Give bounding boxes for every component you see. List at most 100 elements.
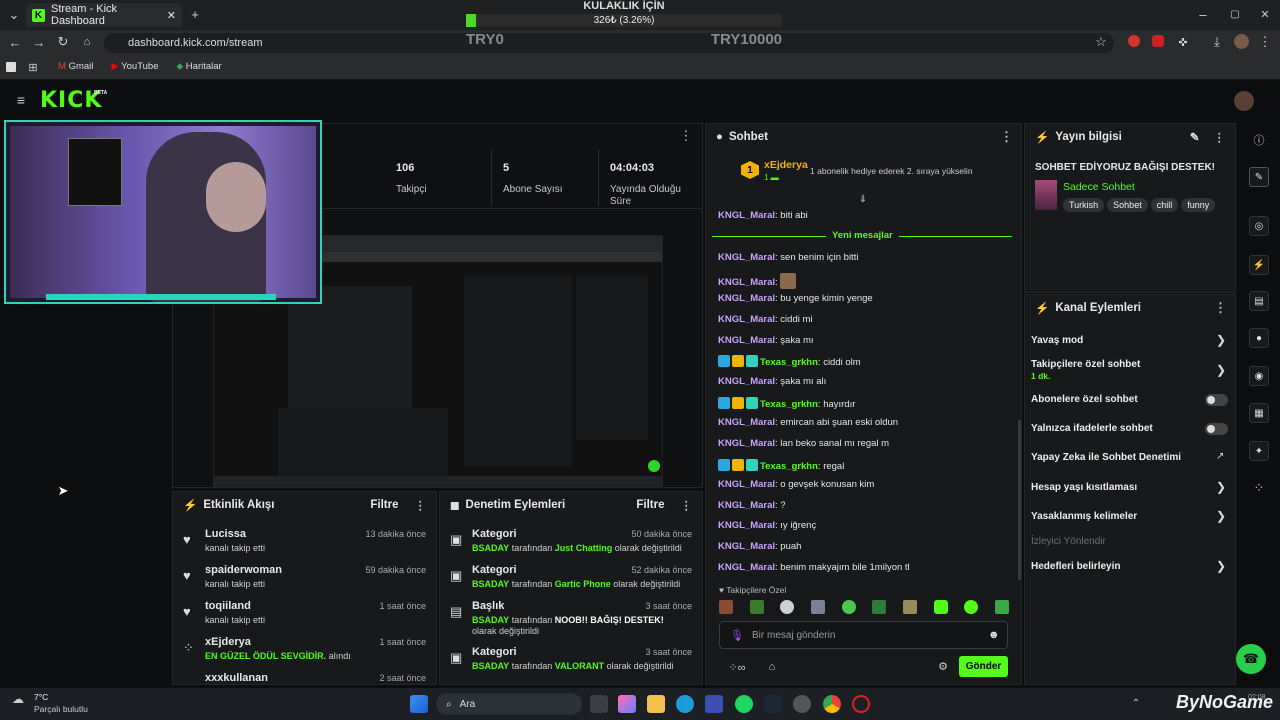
chat-username[interactable]: KNGL_Maral xyxy=(718,293,775,304)
info-icon[interactable]: ⓘ xyxy=(1253,134,1265,147)
chat-username[interactable]: KNGL_Maral xyxy=(718,314,775,325)
store-icon[interactable]: ⌂ xyxy=(765,660,779,674)
tab-list-icon[interactable]: ⌄ xyxy=(6,7,22,23)
chevron-right-icon[interactable]: ❯ xyxy=(1216,509,1226,523)
maximize-icon[interactable]: ▢ xyxy=(1228,7,1242,21)
copilot-icon[interactable] xyxy=(618,695,636,713)
chat-input[interactable]: 🎙 Bir mesaj gönderin ☻ xyxy=(719,621,1008,649)
chat-username[interactable]: KNGL_Maral xyxy=(718,277,775,288)
opera-icon[interactable] xyxy=(852,695,870,713)
close-tab-icon[interactable]: ✕ xyxy=(167,9,176,22)
chat-username[interactable]: KNGL_Maral xyxy=(718,541,775,552)
bookmark-gmail[interactable]: M Gmail xyxy=(58,61,93,72)
emote-icon[interactable] xyxy=(964,600,979,614)
chat-username[interactable]: KNGL_Maral xyxy=(718,376,775,387)
external-link-icon[interactable]: ↗ xyxy=(1216,451,1224,462)
chat-username[interactable]: KNGL_Maral xyxy=(718,520,775,531)
tag[interactable]: Sohbet xyxy=(1107,198,1148,212)
slow-mode-row[interactable]: Yavaş mod xyxy=(1031,335,1083,346)
emote-icon[interactable] xyxy=(749,600,764,614)
chat-username[interactable]: Texas_grkhn xyxy=(760,399,818,410)
wrench-icon[interactable]: ✦ xyxy=(1249,441,1269,461)
bookmark-star-icon[interactable]: ☆ xyxy=(1094,34,1108,49)
chat-username[interactable]: KNGL_Maral xyxy=(718,252,775,263)
tray-chevron-icon[interactable]: ⌃ xyxy=(1130,697,1142,709)
kick-points-icon[interactable]: ⁘∞ xyxy=(722,660,752,674)
forward-icon[interactable]: → xyxy=(32,35,46,50)
edit-sidebar-icon[interactable]: ✎ xyxy=(1249,167,1269,187)
emote-icon[interactable] xyxy=(902,600,917,614)
settings-gear-icon[interactable]: ⚙ xyxy=(937,660,949,673)
calendar-icon[interactable]: ▦ xyxy=(1249,403,1269,423)
back-icon[interactable]: ← xyxy=(8,35,22,50)
chat-icon[interactable]: ● xyxy=(1249,328,1269,348)
edit-pencil-icon[interactable]: ✎ xyxy=(1190,130,1200,144)
emote-icon[interactable] xyxy=(933,600,948,614)
help-chat-button[interactable]: ☎ xyxy=(1236,644,1266,674)
followers-only-row[interactable]: Takipçilere özel sohbet xyxy=(1031,359,1140,370)
emote-icon[interactable] xyxy=(994,600,1009,614)
address-bar[interactable]: dashboard.kick.com/stream xyxy=(104,33,1114,53)
set-goals-row[interactable]: Hedefleri belirleyin xyxy=(1031,561,1120,572)
account-age-row[interactable]: Hesap yaşı kısıtlaması xyxy=(1031,482,1137,493)
user-avatar[interactable] xyxy=(1234,91,1254,111)
chevron-right-icon[interactable]: ❯ xyxy=(1216,363,1226,377)
chevron-right-icon[interactable]: ❯ xyxy=(1216,333,1226,347)
scroll-down-icon[interactable]: ⇓ xyxy=(857,193,869,205)
chat-username[interactable]: KNGL_Maral xyxy=(718,562,775,573)
activity-menu-icon[interactable]: ⋮ xyxy=(415,498,427,512)
bookmark-youtube[interactable]: ▶ YouTube xyxy=(111,61,158,72)
moderation-menu-icon[interactable]: ⋮ xyxy=(681,498,693,512)
spotify-icon[interactable] xyxy=(735,695,753,713)
emote-icon[interactable] xyxy=(719,600,733,614)
emoji-icon[interactable]: ☻ xyxy=(988,629,1000,641)
pinned-user[interactable]: xEjderya xyxy=(764,159,808,171)
tag[interactable]: funny xyxy=(1181,198,1216,212)
close-window-icon[interactable]: ✕ xyxy=(1258,7,1272,21)
task-view-icon[interactable] xyxy=(590,695,608,713)
category-thumbnail[interactable] xyxy=(1035,180,1057,210)
chevron-right-icon[interactable]: ❯ xyxy=(1216,559,1226,573)
tag[interactable]: Turkish xyxy=(1063,198,1105,212)
apps-grid-icon[interactable]: ⊞ xyxy=(26,60,40,74)
banned-words-row[interactable]: Yasaklanmış kelimeler xyxy=(1031,511,1137,522)
emote-icon[interactable] xyxy=(872,600,887,614)
adblock-icon[interactable] xyxy=(1152,35,1164,47)
emotes-only-toggle[interactable] xyxy=(1205,423,1228,435)
file-explorer-icon[interactable] xyxy=(647,695,665,713)
chat-username[interactable]: KNGL_Maral xyxy=(718,438,775,449)
start-menu-icon[interactable] xyxy=(410,695,428,713)
subscribers-only-toggle[interactable] xyxy=(1205,394,1228,406)
chrome-icon[interactable] xyxy=(823,695,841,713)
ai-moderation-row[interactable]: Yapay Zeka ile Sohbet Denetimi xyxy=(1031,452,1181,463)
store-icon[interactable] xyxy=(705,695,723,713)
emote-icon[interactable] xyxy=(780,600,795,614)
extension-icon[interactable] xyxy=(1128,35,1140,47)
reload-icon[interactable]: ↻ xyxy=(56,34,70,49)
chat-username[interactable]: KNGL_Maral xyxy=(718,500,775,511)
bookmark-maps[interactable]: ⬥ Haritalar xyxy=(177,61,222,72)
chat-menu-icon[interactable]: ⋮ xyxy=(1000,129,1013,145)
chat-scrollbar[interactable] xyxy=(1018,420,1021,580)
taskbar-search[interactable]: ⌕ Ara xyxy=(436,693,582,715)
obs-icon[interactable] xyxy=(793,695,811,713)
chat-username[interactable]: Texas_grkhn xyxy=(760,357,818,368)
send-button[interactable]: Gönder xyxy=(959,656,1008,677)
chat-username[interactable]: Texas_grkhn xyxy=(760,461,818,472)
tag[interactable]: chill xyxy=(1150,198,1179,212)
microphone-icon[interactable]: 🎙 xyxy=(730,629,744,642)
download-icon[interactable]: ⤓ xyxy=(1210,34,1224,49)
browser-menu-icon[interactable]: ⋮ xyxy=(1258,34,1272,49)
chat-username[interactable]: KNGL_Maral xyxy=(718,479,775,490)
browser-tab[interactable]: K Stream - Kick Dashboard ✕ xyxy=(26,3,182,27)
hamburger-menu-icon[interactable]: ≡ xyxy=(14,92,28,108)
moderation-filter-button[interactable]: Filtre xyxy=(636,499,664,511)
home-icon[interactable]: ⌂ xyxy=(80,35,94,49)
document-icon[interactable]: ▤ xyxy=(1249,291,1269,311)
extensions-puzzle-icon[interactable]: ✜ xyxy=(1176,35,1190,49)
chevron-right-icon[interactable]: ❯ xyxy=(1216,480,1226,494)
steam-icon[interactable] xyxy=(764,695,782,713)
emote-icon[interactable] xyxy=(810,600,825,614)
lightning-icon[interactable]: ⚡ xyxy=(1249,255,1269,275)
emote-icon[interactable] xyxy=(841,600,856,614)
